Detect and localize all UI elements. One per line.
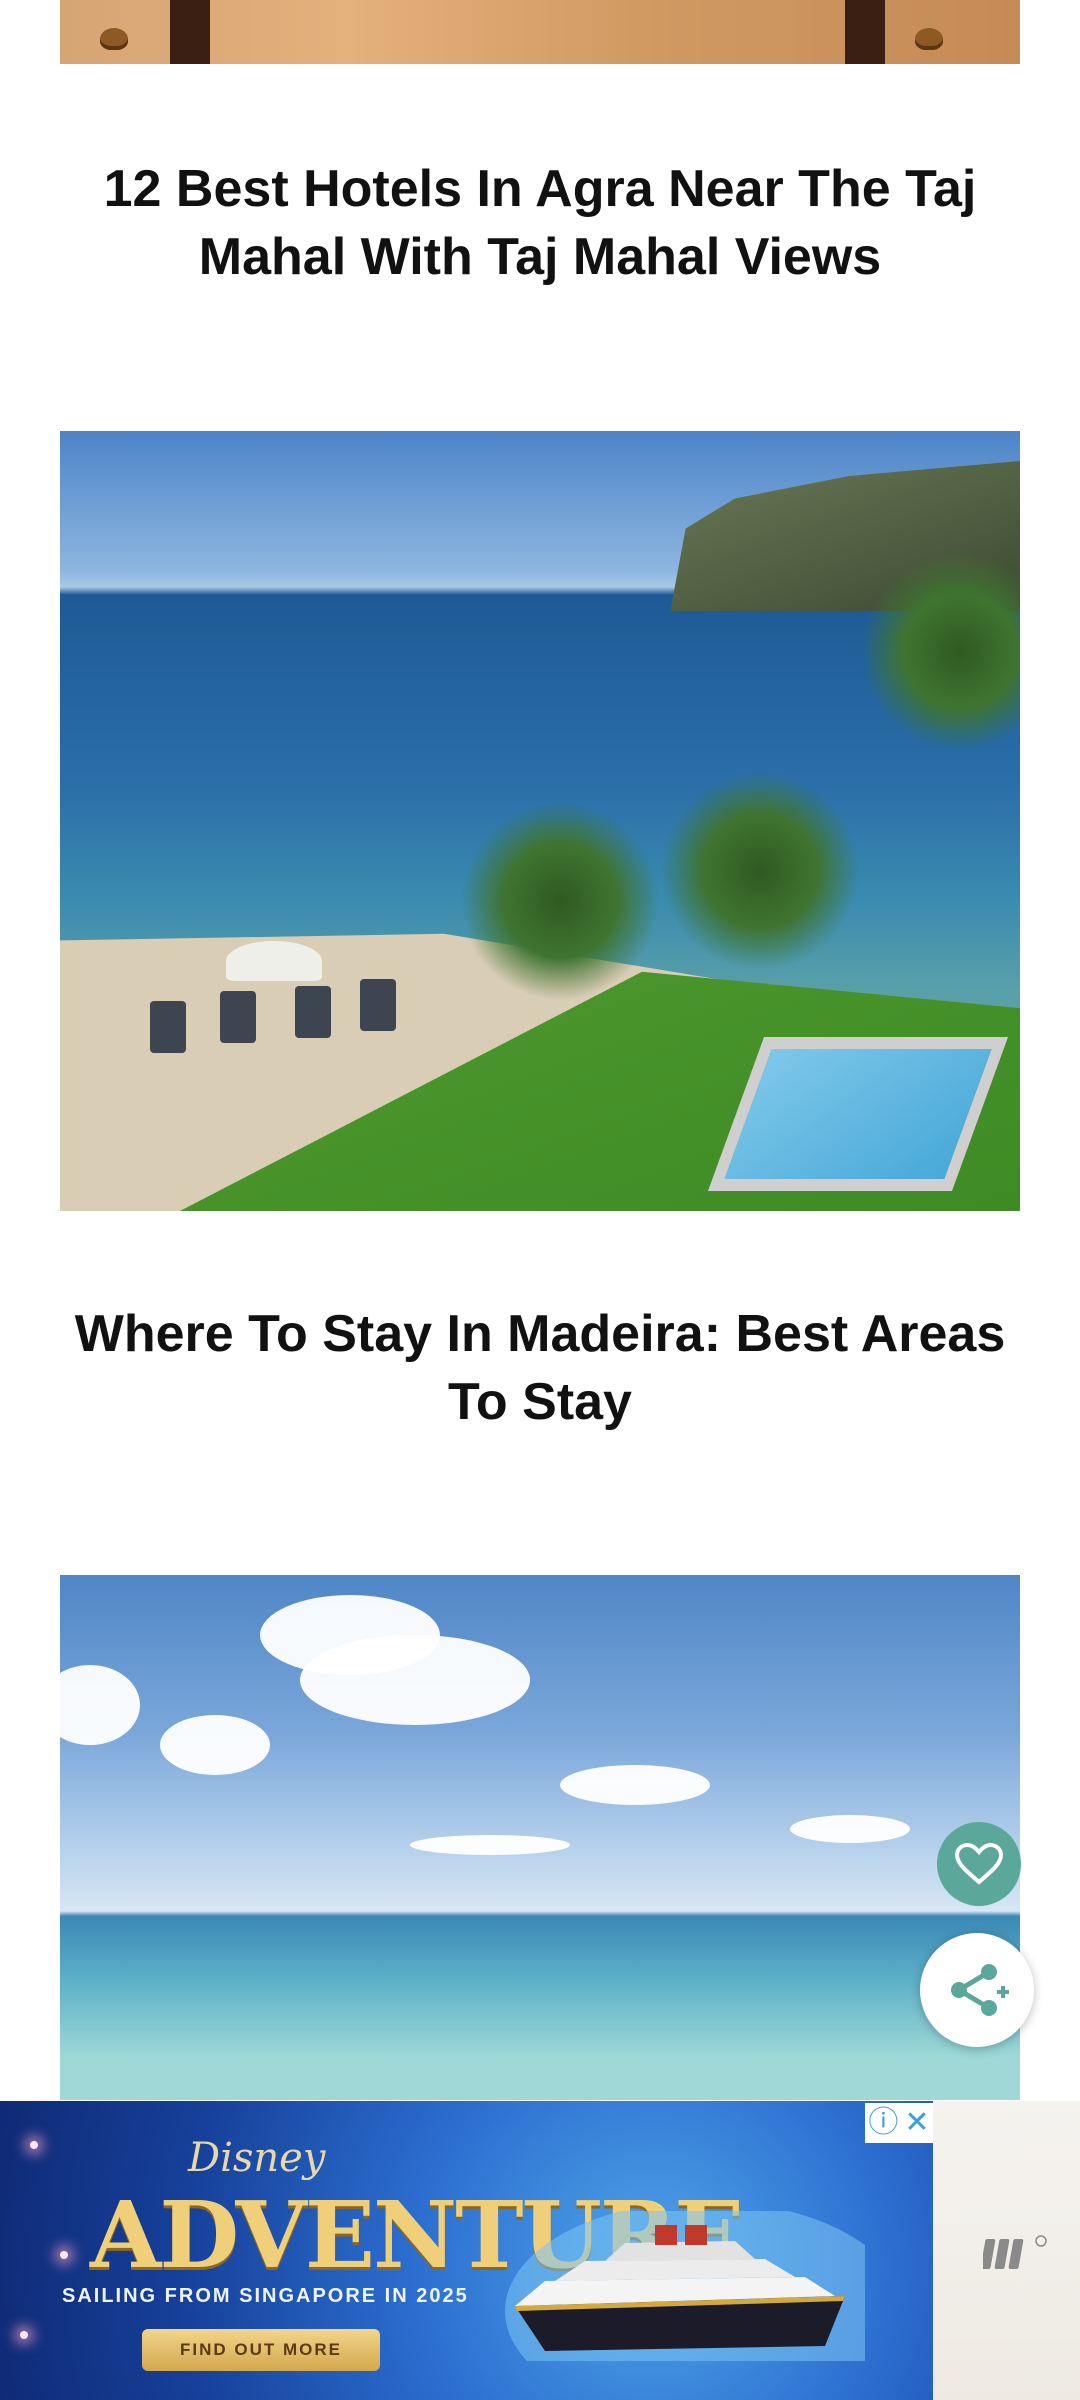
cruise-ship-illustration <box>505 2211 865 2361</box>
image-cloud <box>60 1665 140 1745</box>
image-pillar <box>170 0 210 64</box>
image-lounger <box>295 986 331 1038</box>
image-vase <box>100 28 128 50</box>
share-button[interactable] <box>920 1933 1034 2047</box>
ad-side-panel <box>933 2101 1080 2400</box>
agra-hotel-image[interactable] <box>60 0 1020 64</box>
image-cloud <box>410 1835 570 1855</box>
publisher-logo-icon <box>983 2235 1047 2269</box>
madeira-hotel-image[interactable] <box>60 431 1020 1211</box>
image-vase <box>915 28 943 50</box>
ad-cta-button[interactable]: FIND OUT MORE <box>142 2329 380 2371</box>
image-umbrella <box>226 941 322 981</box>
image-lounger <box>220 991 256 1043</box>
image-palm <box>460 801 660 1001</box>
firework-sparkle <box>30 2141 38 2149</box>
image-lounger <box>360 979 396 1031</box>
share-icon <box>951 1964 1009 2016</box>
ad-tagline: SAILING FROM SINGAPORE IN 2025 <box>62 2285 469 2307</box>
image-cloud <box>790 1815 910 1843</box>
image-palm <box>660 771 860 971</box>
firework-sparkle <box>60 2251 68 2259</box>
image-cloud <box>560 1765 710 1805</box>
beach-image[interactable] <box>60 1575 1020 2100</box>
close-icon[interactable]: ✕ <box>904 2108 929 2138</box>
heart-icon <box>955 1842 1003 1885</box>
article-title-madeira[interactable]: Where To Stay In Madeira: Best Areas To … <box>60 1300 1020 1436</box>
ad-close-button[interactable]: ⓘ ✕ <box>865 2103 933 2143</box>
favorite-button[interactable] <box>937 1822 1021 1906</box>
article-feed: 12 Best Hotels In Agra Near The Taj Maha… <box>0 0 1080 2400</box>
advertisement-banner[interactable]: Disney ADVENTURE SAILING FROM SINGAPORE … <box>0 2101 933 2400</box>
image-pillar <box>845 0 885 64</box>
firework-sparkle <box>20 2331 28 2339</box>
info-icon[interactable]: ⓘ <box>868 2108 898 2138</box>
article-title-agra[interactable]: 12 Best Hotels In Agra Near The Taj Maha… <box>60 155 1020 291</box>
image-cloud <box>160 1715 270 1775</box>
ad-brand: Disney <box>188 2135 326 2181</box>
image-lounger <box>150 1001 186 1053</box>
image-cloud <box>300 1635 530 1725</box>
